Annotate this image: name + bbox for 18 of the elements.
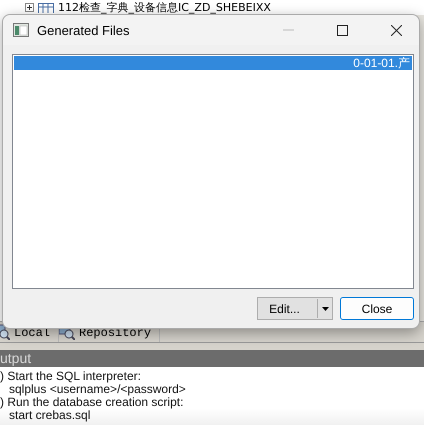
app-icon — [13, 23, 29, 37]
close-icon — [390, 24, 402, 36]
minimize-icon — [282, 29, 294, 31]
edit-split-button[interactable]: Edit... — [257, 297, 333, 320]
instruction-line: ) Start the SQL interpreter: — [0, 370, 142, 383]
caret-icon[interactable] — [322, 306, 328, 310]
close-dialog-button[interactable]: Close — [340, 297, 414, 320]
command-line: start crebas.sql — [8, 409, 92, 422]
window-title: Generated Files — [37, 22, 130, 38]
expand-icon[interactable] — [25, 3, 34, 12]
panel-title: utput — [0, 350, 424, 367]
tree-item[interactable]: 112检查_字典_设备信息IC_ZD_SHEBEIXX — [58, 0, 271, 14]
table-icon — [38, 2, 54, 12]
instruction-line: ) Run the database creation script: — [0, 396, 184, 409]
file-row[interactable]: 0-01-01.产 — [14, 56, 412, 70]
file-list[interactable]: 0-01-01.产 — [12, 54, 414, 289]
command-line: sqlplus <username>/<password> — [8, 383, 187, 396]
maximize-icon — [336, 24, 348, 36]
